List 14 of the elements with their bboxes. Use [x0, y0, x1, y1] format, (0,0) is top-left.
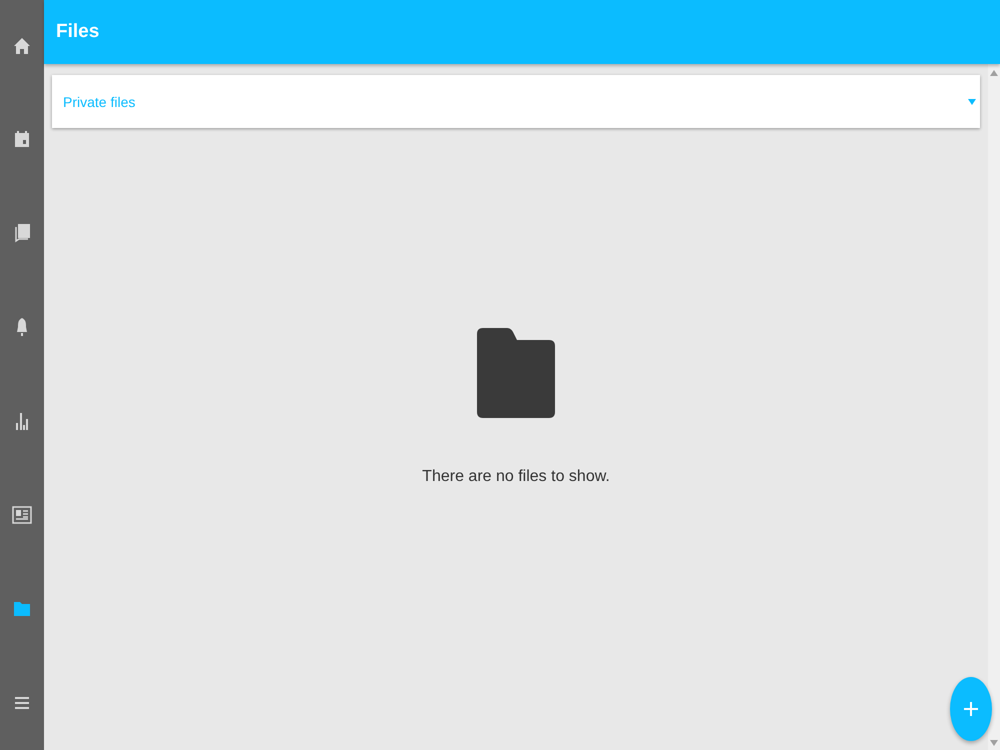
page-title: Files: [56, 21, 100, 43]
bell-icon: [14, 317, 30, 337]
calendar-icon: [14, 130, 30, 148]
menu-icon: [14, 696, 30, 710]
empty-message: There are no files to show.: [422, 468, 610, 486]
book-icon: [13, 223, 31, 243]
caret-icon: [968, 98, 976, 104]
bar-chart-icon: [14, 411, 30, 431]
folder-dropdown[interactable]: Private files: [52, 75, 980, 128]
folder-icon: [13, 601, 31, 617]
home-icon: [13, 37, 31, 55]
folder-icon: [477, 328, 555, 418]
newspaper-icon: [12, 506, 32, 524]
plus-icon: [963, 701, 979, 717]
